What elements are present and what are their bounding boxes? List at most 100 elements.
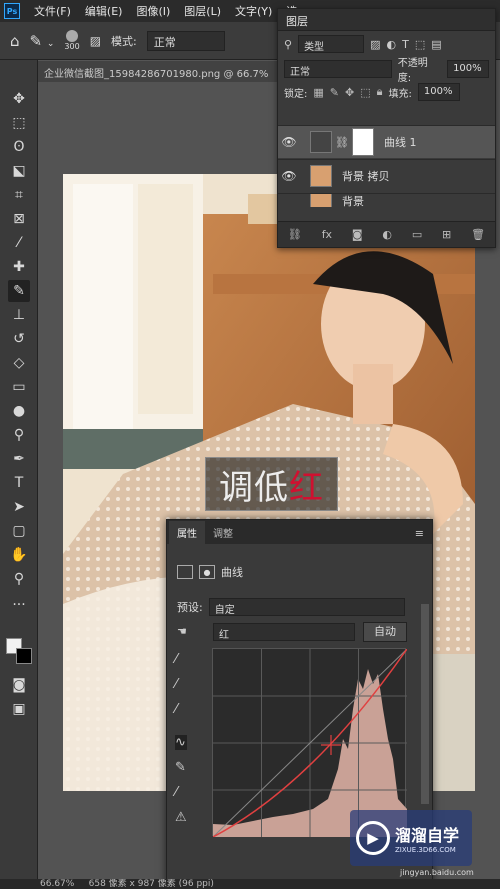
adjustment-layer-icon[interactable]: ◐	[382, 228, 392, 241]
screen-mode-icon[interactable]: ▣	[8, 698, 30, 720]
brush-tool-icon[interactable]: ✎	[8, 280, 30, 302]
opacity-input[interactable]: 100%	[447, 60, 489, 78]
canvas-text-layer[interactable]: 调低红	[205, 457, 338, 511]
visibility-eye-icon[interactable]: 👁︎	[278, 169, 300, 183]
crop-tool-icon[interactable]: ⌗	[8, 184, 30, 206]
layer-mask-thumbnail[interactable]	[351, 128, 374, 156]
lasso-tool-icon[interactable]: ʘ	[8, 136, 30, 158]
history-brush-tool-icon[interactable]: ↺	[8, 328, 30, 350]
clipping-warning-icon[interactable]: ⚠	[175, 810, 187, 825]
mode-select[interactable]: 正常	[146, 30, 225, 51]
filter-smart-icon[interactable]: ▤	[431, 38, 441, 51]
new-group-icon[interactable]: ▭	[412, 228, 422, 241]
play-logo-icon: ▶	[356, 821, 390, 855]
layer-row[interactable]: 👁︎ 背景 拷贝	[278, 159, 495, 192]
brush-settings-icon[interactable]: ▨	[90, 34, 101, 48]
auto-button[interactable]: 自动	[363, 622, 407, 642]
gray-point-eyedropper-icon[interactable]: ⁄	[175, 677, 187, 692]
frame-tool-icon[interactable]: ⊠	[8, 208, 30, 230]
lock-all-icon[interactable]: 🔒︎	[377, 85, 383, 99]
panel-scrollbar[interactable]	[421, 604, 429, 804]
canvas-text-plain: 调低	[219, 467, 289, 508]
lock-label: 锁定:	[284, 88, 308, 100]
fill-input[interactable]: 100%	[417, 83, 460, 101]
quick-select-tool-icon[interactable]: ⬕	[8, 160, 30, 182]
mask-link-icon[interactable]: ⛓︎	[335, 136, 349, 149]
rectangle-tool-icon[interactable]: ▢	[8, 520, 30, 542]
path-select-tool-icon[interactable]: ➤	[8, 496, 30, 518]
dodge-tool-icon[interactable]: ⚲	[8, 424, 30, 446]
target-adjust-hand-icon[interactable]: ☚	[177, 625, 187, 638]
zoom-tool-icon[interactable]: ⚲	[8, 568, 30, 590]
panel-menu-icon[interactable]: ≡	[407, 523, 432, 544]
curves-graph[interactable]	[212, 648, 408, 838]
layer-thumbnail	[310, 194, 332, 207]
blend-mode-select[interactable]: 正常	[284, 60, 392, 78]
photoshop-logo-icon: Ps	[4, 3, 20, 19]
background-color-swatch[interactable]	[16, 648, 32, 664]
home-icon[interactable]: ⌂	[10, 32, 20, 50]
menu-type[interactable]: 文字(Y)	[235, 3, 272, 19]
opacity-label: 不透明度:	[397, 58, 428, 84]
menu-file[interactable]: 文件(F)	[34, 3, 71, 19]
filter-pixel-icon[interactable]: ▨	[370, 38, 380, 51]
hand-tool-icon[interactable]: ✋	[8, 544, 30, 566]
more-tools-icon[interactable]: ···	[8, 594, 30, 616]
type-tool-icon[interactable]: T	[8, 472, 30, 494]
filter-type-icon[interactable]: T	[402, 38, 409, 51]
mode-label: 模式:	[111, 34, 137, 48]
lock-pixels-icon[interactable]: ▦	[313, 86, 323, 99]
curve-point-tool-icon[interactable]: ∿	[175, 735, 187, 750]
black-point-eyedropper-icon[interactable]: ⁄	[175, 652, 187, 667]
stamp-tool-icon[interactable]: ⊥	[8, 304, 30, 326]
visibility-eye-icon[interactable]: 👁︎	[278, 135, 300, 149]
watermark: ▶ 溜溜自学 ZIXUE.3D66.COM	[350, 810, 472, 866]
preset-select[interactable]: 自定	[208, 598, 405, 616]
channel-select[interactable]: 红	[213, 623, 355, 641]
blur-tool-icon[interactable]: ●	[8, 400, 30, 422]
smooth-curve-icon[interactable]: ⁄	[175, 785, 187, 800]
new-layer-icon[interactable]: ⊞	[442, 228, 451, 241]
menu-layer[interactable]: 图层(L)	[184, 3, 221, 19]
document-tab[interactable]: 企业微信截图_15984286701980.png @ 66.7%	[38, 60, 288, 82]
canvas-text-red: 红	[289, 467, 324, 508]
tools-panel: ✥ ⬚ ʘ ⬕ ⌗ ⊠ ⁄ ✚ ✎ ⊥ ↺ ◇ ▭ ● ⚲ ✒ T ➤ ▢ ✋ …	[0, 60, 38, 880]
fill-label: 填充:	[388, 88, 412, 100]
layers-panel-title: 图层	[278, 9, 495, 31]
white-point-eyedropper-icon[interactable]: ⁄	[175, 702, 187, 717]
healing-brush-tool-icon[interactable]: ✚	[8, 256, 30, 278]
layer-row[interactable]: 👁︎ ⛓︎ 曲线 1	[278, 125, 495, 158]
brush-size-preview[interactable]: 300	[64, 30, 80, 51]
filter-adjust-icon[interactable]: ◐	[386, 38, 396, 51]
fx-icon[interactable]: fx	[322, 228, 332, 241]
link-layers-icon[interactable]: ⛓︎	[288, 228, 302, 241]
layers-panel: 图层 ⚲ 类型 ▨ ◐ T ⬚ ▤ 正常 不透明度: 100% 锁定: ▦ ✎ …	[277, 8, 496, 248]
menu-edit[interactable]: 编辑(E)	[85, 3, 123, 19]
layer-name: 曲线 1	[383, 136, 417, 149]
layer-row[interactable]: 背景	[278, 193, 495, 207]
layer-name: 背景 拷贝	[342, 170, 390, 183]
filter-shape-icon[interactable]: ⬚	[415, 38, 425, 51]
layer-filter-select[interactable]: 类型	[298, 35, 365, 53]
lock-artboard-icon[interactable]: ⬚	[360, 86, 370, 99]
delete-layer-icon[interactable]: 🗑︎	[471, 228, 485, 241]
eraser-tool-icon[interactable]: ◇	[8, 352, 30, 374]
tab-properties[interactable]: 属性	[169, 521, 205, 544]
eyedropper-tool-icon[interactable]: ⁄	[8, 232, 30, 254]
preset-row: 预设: 自定	[177, 598, 405, 616]
add-mask-icon[interactable]: ◙	[352, 228, 363, 241]
lock-brush-icon[interactable]: ✎	[330, 86, 339, 99]
marquee-tool-icon[interactable]: ⬚	[8, 112, 30, 134]
layer-name: 背景	[342, 194, 364, 208]
tab-adjustments[interactable]: 调整	[205, 521, 241, 544]
brush-preset-icon[interactable]: ✎ ⌄	[30, 32, 55, 50]
gradient-tool-icon[interactable]: ▭	[8, 376, 30, 398]
move-tool-icon[interactable]: ✥	[8, 88, 30, 110]
pencil-curve-icon[interactable]: ✎	[175, 760, 187, 775]
lock-position-icon[interactable]: ✥	[345, 86, 354, 99]
mask-icon[interactable]: ●	[199, 565, 215, 579]
pen-tool-icon[interactable]: ✒	[8, 448, 30, 470]
menu-image[interactable]: 图像(I)	[136, 3, 170, 19]
quick-mask-icon[interactable]: ◙	[8, 674, 30, 696]
preset-label: 预设:	[177, 601, 203, 614]
